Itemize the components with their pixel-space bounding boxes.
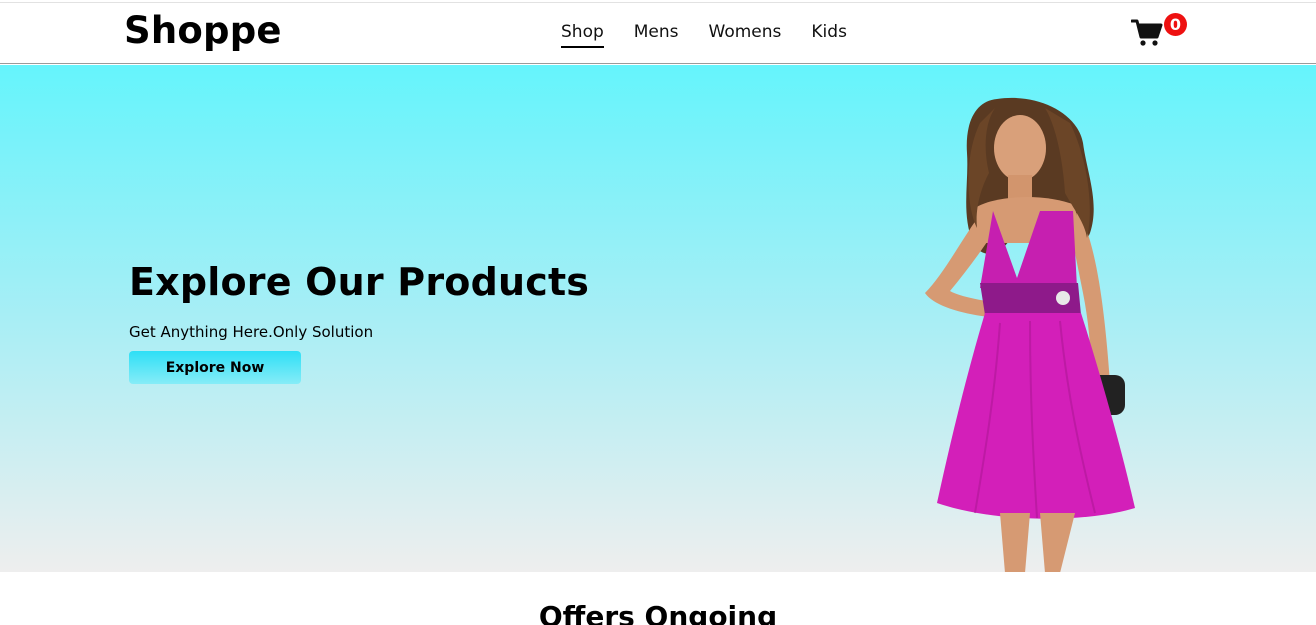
nav-item-mens[interactable]: Mens [634, 22, 679, 48]
hero-title: Explore Our Products [129, 260, 590, 304]
nav-item-womens[interactable]: Womens [709, 22, 782, 48]
brand-logo[interactable]: Shoppe [124, 9, 282, 52]
hero-banner: Explore Our Products Get Anything Here.O… [0, 65, 1316, 572]
offers-title: Offers Ongoing [538, 600, 778, 625]
nav-item-kids[interactable]: Kids [811, 22, 847, 48]
cart-count-badge: 0 [1164, 13, 1187, 36]
cart-button[interactable]: 0 [1131, 13, 1191, 49]
main-nav: Shop Mens Womens Kids [561, 22, 847, 48]
hero-subtitle: Get Anything Here.Only Solution [129, 323, 374, 341]
cart-icon [1131, 19, 1163, 46]
nav-item-shop[interactable]: Shop [561, 22, 604, 48]
explore-now-button[interactable]: Explore Now [129, 351, 301, 384]
model-in-pink-dress-image [925, 97, 1135, 572]
site-header: Shoppe Shop Mens Womens Kids 0 [0, 3, 1316, 64]
